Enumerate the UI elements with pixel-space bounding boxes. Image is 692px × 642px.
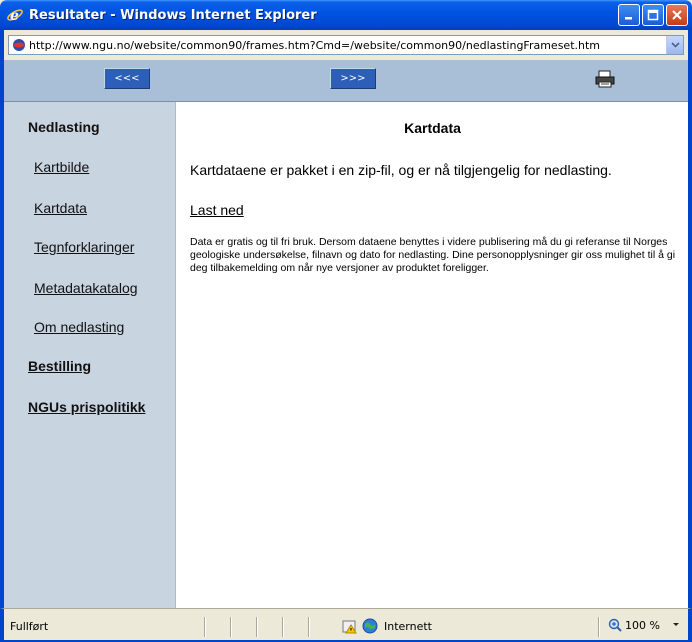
address-field[interactable]: http://www.ngu.no/website/common90/frame… xyxy=(8,35,684,55)
security-zone-label: Internett xyxy=(384,619,432,633)
status-divider xyxy=(308,617,310,637)
sidebar: Nedlasting Kartbilde Kartdata Tegnforkla… xyxy=(4,102,176,608)
sidebar-item-bestilling[interactable]: Bestilling xyxy=(28,358,91,374)
status-divider xyxy=(282,617,284,637)
maximize-button[interactable] xyxy=(642,4,664,26)
warning-icon xyxy=(342,620,357,634)
status-text: Fullført xyxy=(10,620,49,633)
browser-viewport: <<< >>> Nedlasting Kartbilde Kartdata Te… xyxy=(0,60,692,608)
minimize-button[interactable] xyxy=(618,4,640,26)
sidebar-item-metadatakatalog[interactable]: Metadatakatalog xyxy=(34,280,138,296)
zoom-icon xyxy=(608,618,622,632)
security-zone[interactable]: Internett xyxy=(342,618,432,634)
svg-text:e: e xyxy=(10,8,19,24)
sidebar-item-tegnforklaringer[interactable]: Tegnforklaringer xyxy=(34,239,134,255)
globe-icon xyxy=(362,618,378,634)
printer-icon[interactable] xyxy=(594,70,616,88)
page-icon xyxy=(11,37,27,53)
status-divider xyxy=(204,617,206,637)
address-bar: http://www.ngu.no/website/common90/frame… xyxy=(0,30,692,60)
minimize-icon xyxy=(625,17,632,20)
window-title: Resultater - Windows Internet Explorer xyxy=(29,7,317,23)
chevron-down-icon xyxy=(670,42,680,48)
close-icon xyxy=(672,10,682,20)
download-link[interactable]: Last ned xyxy=(190,202,244,218)
zoom-level: 100 % xyxy=(625,618,660,632)
content-frame: Kartdata Kartdataene er pakket i en zip-… xyxy=(177,102,688,608)
back-button[interactable]: <<< xyxy=(104,68,150,89)
sidebar-heading-nedlasting: Nedlasting xyxy=(28,119,100,135)
navigation-strip: <<< >>> xyxy=(4,60,688,102)
status-divider xyxy=(256,617,258,637)
internet-explorer-icon: e xyxy=(6,6,24,24)
forward-button[interactable]: >>> xyxy=(330,68,376,89)
sidebar-item-kartdata[interactable]: Kartdata xyxy=(34,200,87,216)
sidebar-item-ngus-prispolitikk[interactable]: NGUs prispolitikk xyxy=(28,399,145,415)
address-dropdown-button[interactable] xyxy=(666,36,683,54)
maximize-icon xyxy=(647,9,659,21)
title-bar[interactable]: e Resultater - Windows Internet Explorer xyxy=(0,0,692,30)
disclaimer-text: Data er gratis og til fri bruk. Dersom d… xyxy=(190,236,676,274)
chevron-down-icon xyxy=(672,623,679,626)
sidebar-item-om-nedlasting[interactable]: Om nedlasting xyxy=(34,319,124,335)
status-bar: Fullført Internett 100 % xyxy=(0,608,692,642)
status-divider xyxy=(230,617,232,637)
close-button[interactable] xyxy=(666,4,688,26)
status-divider xyxy=(598,617,600,637)
page-title: Kartdata xyxy=(404,120,461,136)
sidebar-item-kartbilde[interactable]: Kartbilde xyxy=(34,159,89,175)
intro-text: Kartdataene er pakket i en zip-fil, og e… xyxy=(190,162,612,178)
zoom-control[interactable]: 100 % xyxy=(608,618,681,632)
address-url[interactable]: http://www.ngu.no/website/common90/frame… xyxy=(29,39,600,52)
